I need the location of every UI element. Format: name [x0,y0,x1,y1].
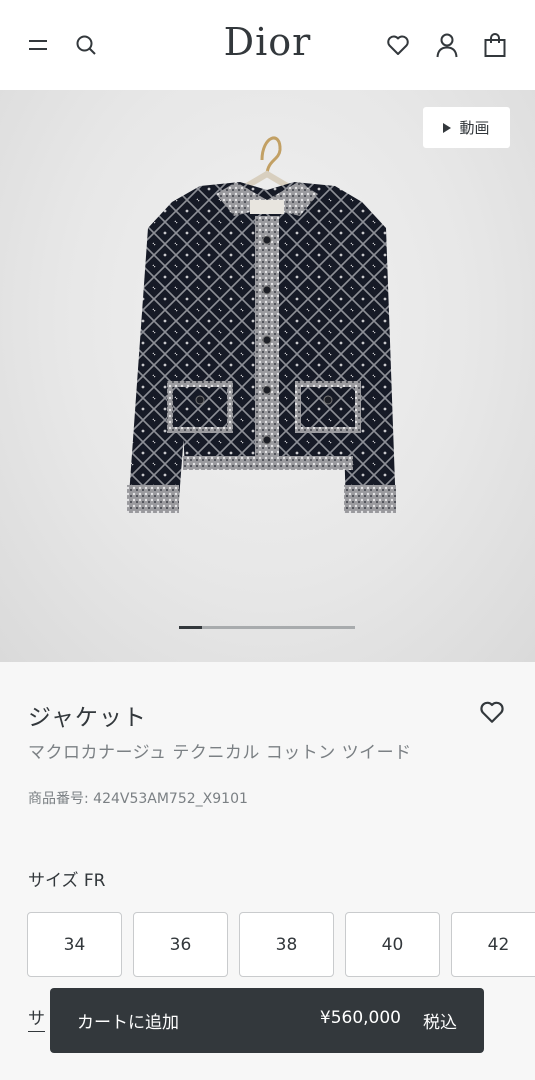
favorite-button[interactable] [479,700,505,726]
header: Dior [0,0,535,90]
wishlist-button[interactable] [381,28,415,62]
jacket-image [127,136,396,513]
cart-button[interactable] [478,28,512,62]
heart-icon [480,701,504,723]
tax-label: 税込 [423,1013,457,1033]
heart-icon [387,35,409,55]
size-option-36[interactable]: 36 [133,912,228,977]
bag-icon [484,33,506,57]
product-subtitle: マクロカナージュ テクニカル コットン ツイード [28,743,412,763]
size-option-40[interactable]: 40 [345,912,440,977]
size-options: 34 36 38 40 42 [27,912,535,977]
size-option-34[interactable]: 34 [27,912,122,977]
add-to-cart-button[interactable]: カートに追加 ¥560,000 税込 [50,988,484,1053]
product-reference: 商品番号: 424V53AM752_X9101 [28,791,248,807]
size-option-38[interactable]: 38 [239,912,334,977]
play-icon [443,122,452,133]
product-title: ジャケット [28,705,147,731]
cart-price-group: ¥560,000 税込 [320,1008,457,1033]
carousel-progress[interactable] [179,626,355,629]
account-button[interactable] [430,28,464,62]
size-option-42[interactable]: 42 [451,912,535,977]
video-label: 動画 [459,119,490,137]
carousel-progress-fill [179,626,202,629]
product-image-carousel[interactable]: 動画 [0,90,535,662]
size-guide-link[interactable]: サ [28,1004,45,1032]
add-to-cart-label: カートに追加 [77,1013,179,1033]
video-button[interactable]: 動画 [423,107,510,148]
account-icon [436,33,458,58]
price: ¥560,000 [319,1008,401,1028]
size-label: サイズ FR [28,871,106,891]
